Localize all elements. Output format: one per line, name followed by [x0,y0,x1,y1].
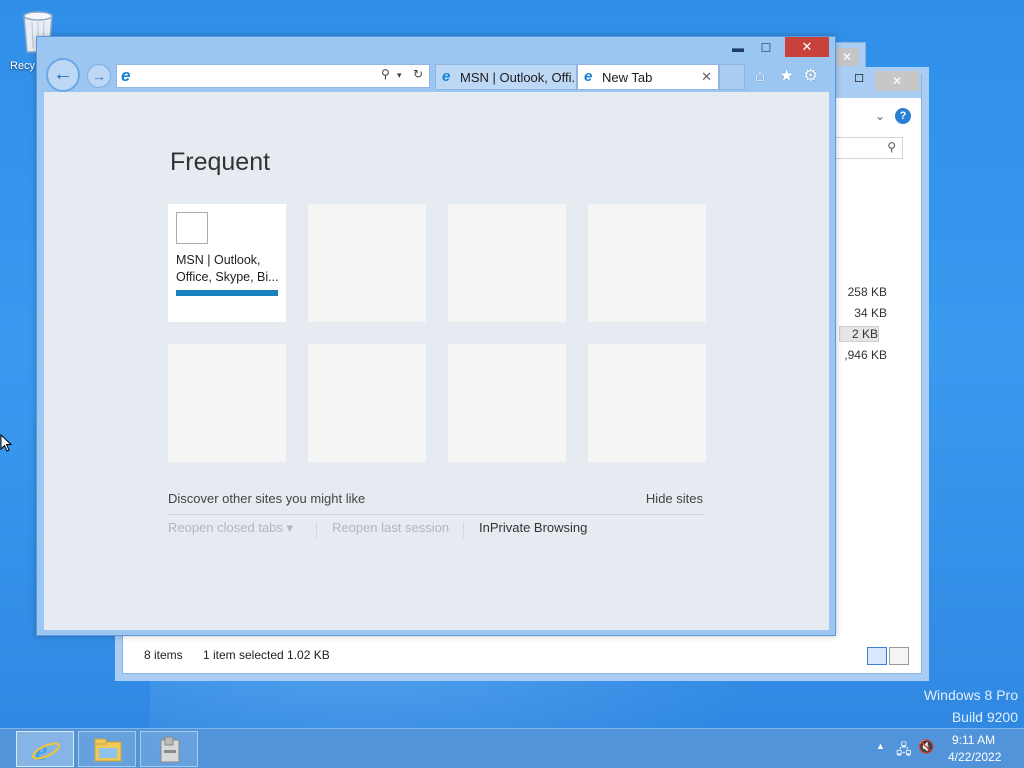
refresh-icon[interactable]: ↻ [413,67,423,81]
inprivate-browsing-link[interactable]: InPrivate Browsing [479,520,587,535]
separator [316,522,317,538]
folder-icon [94,738,122,762]
status-item-count: 8 items [144,648,183,662]
address-input[interactable] [141,67,371,85]
tab-label: New Tab [602,70,653,85]
search-icon[interactable]: ⚲ [381,67,390,81]
taskbar: e ▲ 🖧 🔇 9:11 AM 4/22/2022 [0,728,1024,768]
frequent-tile-empty [308,204,426,322]
close-button[interactable]: ✕ [785,37,829,57]
help-icon[interactable]: ? [895,108,911,124]
clock-date[interactable]: 4/22/2022 [948,750,1001,764]
favorites-star-icon[interactable]: ★ [779,66,794,86]
address-bar[interactable]: e ⚲ ▾ ↻ [116,64,430,88]
ie-page-icon: e [442,68,451,85]
discover-sites-link[interactable]: Discover other sites you might like [168,491,365,506]
frequent-tile-empty [588,204,706,322]
close-tab-icon[interactable]: ✕ [701,69,712,85]
background-window-close-button[interactable]: ✕ [835,48,859,66]
separator [463,522,464,538]
taskbar-app-button[interactable] [140,731,198,767]
frequent-tile-msn[interactable]: MSN | Outlook, Office, Skype, Bi... [168,204,286,322]
mouse-cursor-icon [0,434,12,452]
minimize-button[interactable]: ▬ [725,39,751,57]
explorer-maximize-button[interactable]: ☐ [849,72,869,90]
tab-new-tab[interactable]: e New Tab ✕ [577,64,719,90]
new-tab-page: Frequent MSN | Outlook, Office, Skype, B… [44,92,829,630]
frequent-tile-empty [448,344,566,462]
site-favicon [176,212,208,244]
ie-page-icon: e [584,68,593,85]
arrow-right-icon: → [92,68,106,84]
reopen-closed-tabs-link[interactable]: Reopen closed tabs ▾ [168,520,293,536]
chevron-down-icon[interactable]: ⌄ [875,109,885,123]
tab-msn[interactable]: e MSN | Outlook, Offi... [435,64,577,90]
frequent-tile-empty [588,344,706,462]
hide-sites-link[interactable]: Hide sites [646,491,703,506]
discover-sites-row: Discover other sites you might like Hide… [168,491,705,515]
volume-muted-icon[interactable]: 🔇 [918,739,934,755]
tab-label: MSN | Outlook, Offi... [460,70,577,85]
explorer-close-button[interactable]: ✕ [875,71,919,91]
window-caption-buttons: ▬ ☐ ✕ [725,37,835,59]
forward-button[interactable]: → [87,64,111,88]
details-view-button[interactable] [867,647,887,665]
tile-title: MSN | Outlook, Office, Skype, Bi... [176,253,279,284]
back-button[interactable]: ← [46,58,80,92]
dropdown-arrow-icon[interactable]: ▾ [397,70,402,81]
search-icon: ⚲ [887,140,896,154]
recycle-bin-label: Recy [10,60,36,72]
system-tray: ▲ 🖧 🔇 9:11 AM 4/22/2022 [864,729,1024,768]
home-icon[interactable]: ⌂ [755,66,765,86]
clock-time[interactable]: 9:11 AM [952,733,995,747]
network-icon[interactable]: 🖧 [896,739,912,763]
file-size: 258 KB [847,285,887,299]
installer-icon [160,736,180,763]
toolbar-icons: ⌂ ★ ⚙ [753,66,833,90]
taskbar-file-explorer-button[interactable] [78,731,136,767]
status-selection: 1 item selected 1.02 KB [203,648,330,662]
frequent-tile-empty [168,344,286,462]
explorer-status-bar: 8 items 1 item selected 1.02 KB [123,643,921,667]
frequent-tile-empty [308,344,426,462]
arrow-left-icon: ← [53,63,73,85]
tile-activity-bar [176,290,278,296]
frequent-heading: Frequent [170,148,271,176]
reopen-last-session-link[interactable]: Reopen last session [332,520,449,535]
watermark-edition: Windows 8 Pro [923,687,1018,703]
file-size: 34 KB [854,306,887,320]
file-size: ,946 KB [844,348,887,362]
new-tab-button[interactable] [719,64,745,90]
frequent-tile-empty [448,204,566,322]
windows-build-watermark: Windows 8 Pro Build 9200 [924,684,1018,728]
large-icons-view-button[interactable] [889,647,909,665]
ie-logo-icon: e [121,66,131,85]
taskbar-internet-explorer-button[interactable]: e [16,731,74,767]
internet-explorer-icon: e [32,736,60,764]
gear-icon[interactable]: ⚙ [803,66,818,86]
show-hidden-icons-icon[interactable]: ▲ [876,741,885,751]
file-size-selected: 2 KB [839,326,879,342]
internet-explorer-window: ▬ ☐ ✕ ← → e ⚲ ▾ ↻ e MSN | Outlook, Offi.… [36,36,836,636]
watermark-build: Build 9200 [951,709,1018,725]
maximize-button[interactable]: ☐ [753,39,779,57]
